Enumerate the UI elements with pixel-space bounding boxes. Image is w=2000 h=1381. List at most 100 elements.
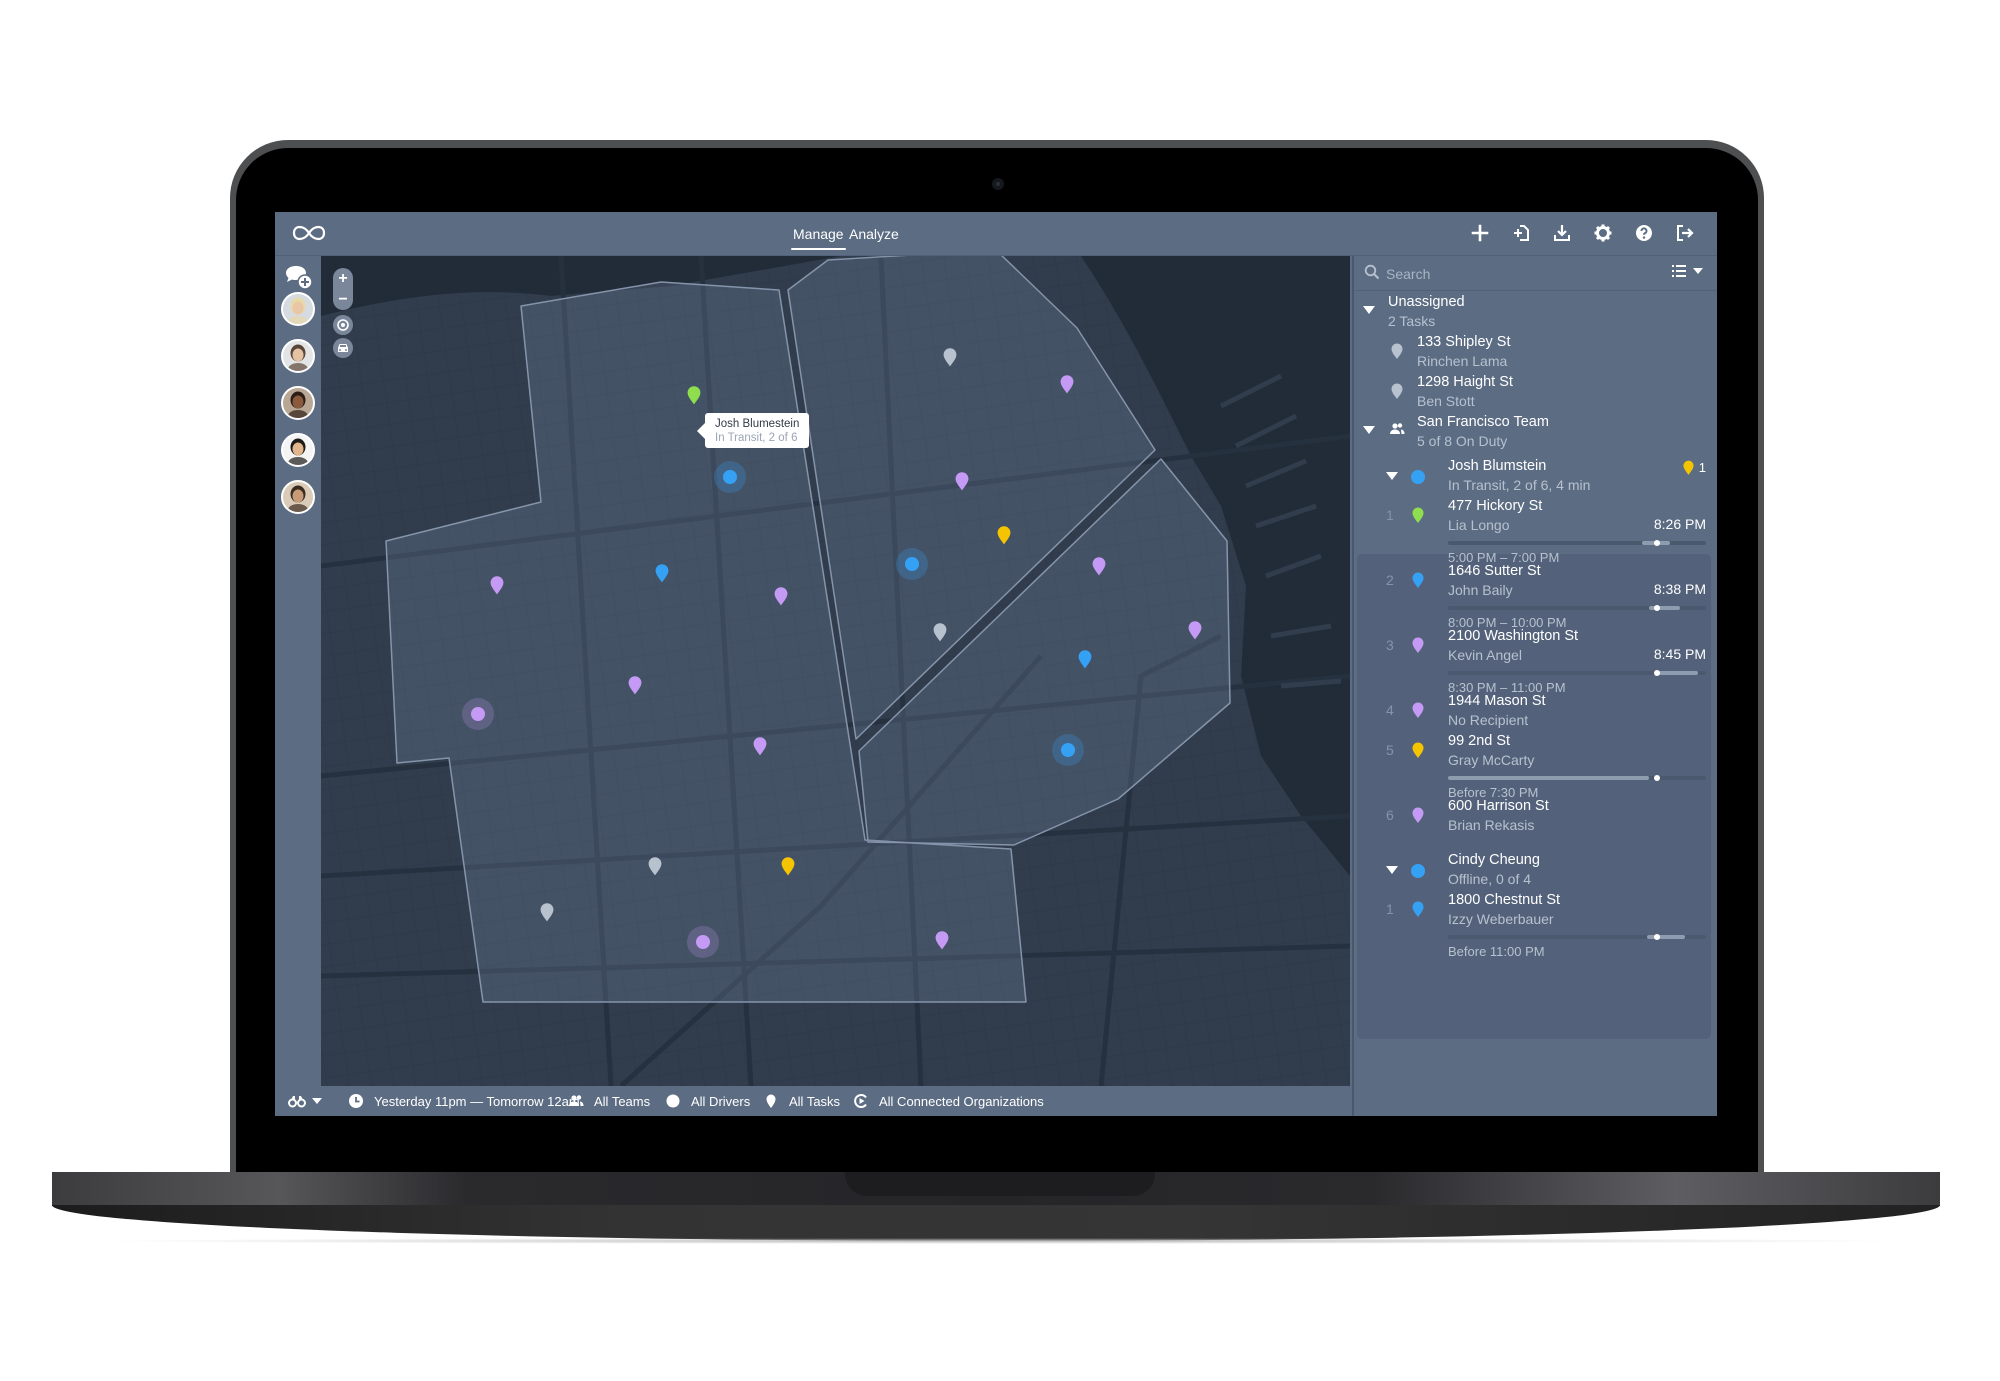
task-pin[interactable] — [997, 525, 1011, 550]
team-group-header[interactable]: San Francisco Team 5 of 8 On Duty — [1354, 413, 1717, 449]
teams-filter[interactable]: All Teams — [568, 1093, 650, 1109]
alert-count: 1 — [1698, 460, 1706, 475]
tab-manage[interactable]: Manage — [791, 226, 846, 250]
driver-avatar-2[interactable] — [281, 339, 315, 373]
driver-avatar-3[interactable] — [281, 386, 315, 420]
task-pin[interactable] — [781, 856, 795, 881]
vehicles-button[interactable] — [333, 338, 353, 358]
top-bar: Manage Analyze — [275, 212, 1717, 256]
laptop-shadow — [90, 1238, 1910, 1244]
view-menu-button[interactable] — [288, 1093, 322, 1109]
tasks-filter[interactable]: All Tasks — [763, 1093, 840, 1109]
route-task-item[interactable]: 1 1800 Chestnut St Izzy Weberbauer Befor… — [1354, 891, 1717, 959]
task-pin-icon — [1412, 901, 1424, 917]
task-pin[interactable] — [753, 736, 767, 761]
driver-avatar-4[interactable] — [281, 433, 315, 467]
locate-button[interactable] — [333, 315, 353, 335]
driver-marker[interactable] — [714, 461, 746, 493]
task-pin[interactable] — [687, 385, 701, 410]
task-sequence-number: 3 — [1386, 637, 1394, 653]
tab-analyze[interactable]: Analyze — [849, 226, 899, 242]
task-address: 99 2nd St — [1448, 733, 1511, 749]
task-pin[interactable] — [935, 930, 949, 955]
driver-marker[interactable] — [1052, 734, 1084, 766]
task-recipient: Ben Stott — [1417, 393, 1475, 409]
street-map — [321, 256, 1350, 1086]
infinity-icon[interactable] — [289, 220, 329, 246]
task-pin[interactable] — [655, 563, 669, 588]
task-pin[interactable] — [1092, 556, 1106, 581]
collapse-caret-icon[interactable] — [1363, 306, 1375, 314]
driver-marker[interactable] — [462, 698, 494, 730]
map-pin-icon — [943, 348, 957, 367]
driver-dot-icon — [666, 1094, 680, 1108]
search-input[interactable] — [1384, 262, 1628, 286]
chat-add-icon[interactable] — [283, 264, 313, 290]
zoom-control: + − — [333, 268, 353, 310]
task-eta: 8:45 PM — [1653, 646, 1706, 662]
unassigned-task-item[interactable]: 133 Shipley St Rinchen Lama — [1354, 333, 1717, 371]
task-pin-icon — [1412, 702, 1424, 718]
time-range-label: Yesterday 11pm — Tomorrow 12am — [374, 1093, 580, 1109]
add-task-button[interactable] — [1468, 221, 1492, 245]
task-sequence-number: 1 — [1386, 901, 1394, 917]
current-time-marker — [1653, 775, 1660, 781]
task-pin[interactable] — [490, 575, 504, 600]
task-pin[interactable] — [1060, 374, 1074, 399]
drivers-filter[interactable]: All Drivers — [665, 1093, 750, 1109]
settings-button[interactable] — [1591, 221, 1615, 245]
time-range-filter[interactable]: Yesterday 11pm — Tomorrow 12am — [348, 1093, 580, 1109]
team-title: San Francisco Team — [1417, 414, 1549, 430]
driver-marker[interactable] — [687, 926, 719, 958]
task-pin[interactable] — [955, 471, 969, 496]
organizations-filter[interactable]: All Connected Organizations — [853, 1093, 1044, 1109]
route-task-item[interactable]: 2 1646 Sutter St John Baily 8:38 PM 8:00… — [1354, 562, 1717, 630]
route-task-item[interactable]: 1 477 Hickory St Lia Longo 8:26 PM 5:00 … — [1354, 497, 1717, 565]
task-pin[interactable] — [540, 902, 554, 927]
task-pin[interactable] — [943, 347, 957, 372]
collapse-caret-icon[interactable] — [1386, 866, 1398, 874]
avatar-face-icon — [287, 297, 309, 324]
task-list[interactable]: Unassigned 2 Tasks 133 Shipley St Rinche… — [1354, 291, 1717, 1116]
route-task-item[interactable]: 5 99 2nd St Gray McCarty Before 7:30 PM — [1354, 732, 1717, 800]
task-pin[interactable] — [1188, 620, 1202, 645]
task-pin[interactable] — [933, 622, 947, 647]
task-recipient: Lia Longo — [1448, 517, 1510, 533]
task-pin[interactable] — [1078, 649, 1092, 674]
task-pin[interactable] — [774, 586, 788, 611]
current-time-marker — [1653, 605, 1660, 611]
task-pin-icon — [1412, 572, 1424, 588]
task-pin-icon — [1412, 637, 1424, 653]
time-window-label: Before 11:00 PM — [1448, 944, 1545, 959]
map-pin-icon — [655, 564, 669, 583]
route-task-item[interactable]: 6 600 Harrison St Brian Rekasis — [1354, 797, 1717, 837]
map-view[interactable]: + − Josh Blumestein In Transit, 2 of 6 — [321, 256, 1350, 1086]
chevron-down-icon — [1693, 268, 1703, 274]
logout-button[interactable] — [1673, 221, 1697, 245]
driver-item[interactable]: Cindy Cheung Offline, 0 of 4 — [1354, 851, 1717, 889]
driver-marker[interactable] — [896, 548, 928, 580]
import-button[interactable] — [1509, 221, 1533, 245]
task-pin[interactable] — [628, 675, 642, 700]
driver-avatar-5[interactable] — [281, 480, 315, 514]
help-button[interactable] — [1632, 221, 1656, 245]
task-pin[interactable] — [648, 856, 662, 881]
zoom-out-button[interactable]: − — [333, 289, 353, 310]
team-icon — [569, 1095, 584, 1106]
download-button[interactable] — [1550, 221, 1574, 245]
unassigned-group-header[interactable]: Unassigned 2 Tasks — [1354, 293, 1717, 329]
unassigned-task-item[interactable]: 1298 Haight St Ben Stott — [1354, 373, 1717, 411]
driver-avatar-1[interactable] — [281, 292, 315, 326]
avatar-face-icon — [287, 391, 309, 418]
route-task-item[interactable]: 4 1944 Mason St No Recipient — [1354, 692, 1717, 732]
list-view-menu[interactable] — [1672, 265, 1703, 277]
avatar-face-icon — [287, 438, 309, 465]
zoom-in-button[interactable]: + — [333, 268, 353, 289]
collapse-caret-icon[interactable] — [1386, 472, 1398, 480]
route-task-item[interactable]: 3 2100 Washington St Kevin Angel 8:45 PM… — [1354, 627, 1717, 695]
import-icon — [1514, 225, 1529, 241]
current-time-marker — [1653, 934, 1660, 940]
driver-item[interactable]: Josh Blumstein In Transit, 2 of 6, 4 min… — [1354, 457, 1717, 495]
collapse-caret-icon[interactable] — [1363, 426, 1375, 434]
map-pin-icon — [628, 676, 642, 695]
